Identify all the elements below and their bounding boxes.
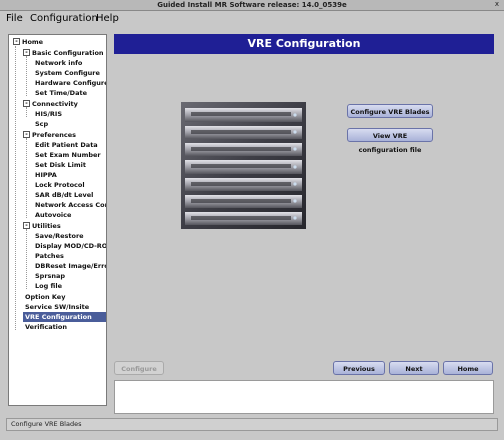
- tree-item-dbreset-image-error[interactable]: DBReset Image/Error DE: [35, 261, 106, 271]
- tree-item-sprsnap[interactable]: Sprsnap: [35, 271, 65, 281]
- tree-item-set-time-date[interactable]: Set Time/Date: [35, 88, 87, 98]
- configure-vre-blades-button[interactable]: Configure VRE Blades: [347, 104, 433, 118]
- rack-blade: [185, 126, 302, 139]
- tree-connector: [15, 46, 16, 330]
- title-bar: Guided Install MR Software release: 14.0…: [0, 0, 504, 11]
- configure-button[interactable]: Configure: [114, 361, 164, 375]
- tree-item-hippa[interactable]: HIPPA: [35, 170, 57, 180]
- collapse-icon[interactable]: -: [23, 222, 30, 229]
- tree-item-his-ris[interactable]: HIS/RIS: [35, 109, 62, 119]
- tree-item-network-access-control[interactable]: Network Access Contro: [35, 200, 106, 210]
- tree-item-save-restore[interactable]: Save/Restore: [35, 231, 84, 241]
- tree-item-sar-db-dt-level[interactable]: SAR dB/dt Level: [35, 190, 93, 200]
- tree-connector: [26, 107, 27, 117]
- tree-item-system-configure[interactable]: System Configure: [35, 68, 100, 78]
- tree-connector: [26, 56, 27, 96]
- collapse-icon[interactable]: -: [23, 100, 30, 107]
- tree-item-set-exam-number[interactable]: Set Exam Number: [35, 150, 101, 160]
- rack-blade: [185, 108, 302, 122]
- tree-item-label: Preferences: [32, 131, 76, 139]
- tree-item-label: Connectivity: [32, 100, 78, 108]
- server-rack-image: [181, 102, 306, 229]
- tree-item-service-sw-insite[interactable]: Service SW/Insite: [25, 302, 89, 312]
- message-panel: [114, 380, 494, 414]
- view-vre-configuration-file-button[interactable]: View VRE configuration file: [347, 128, 433, 154]
- tree-item-autovoice[interactable]: Autovoice: [35, 210, 71, 220]
- tree-item-lock-protocol[interactable]: Lock Protocol: [35, 180, 85, 190]
- menu-bar: File Configuration Help: [0, 11, 504, 27]
- tree-item-edit-patient-data[interactable]: Edit Patient Data: [35, 140, 98, 150]
- menu-file[interactable]: File: [6, 11, 23, 27]
- tree-item-option-key[interactable]: Option Key: [25, 292, 65, 302]
- previous-button[interactable]: Previous: [333, 361, 385, 375]
- main-panel: Configure VRE Blades View VRE configurat…: [114, 57, 494, 352]
- tree-item-label: Basic Configuration: [32, 49, 104, 57]
- tree-item-vre-configuration[interactable]: VRE Configuration: [23, 312, 106, 322]
- window-title: Guided Install MR Software release: 14.0…: [157, 1, 347, 9]
- rack-blade: [185, 160, 302, 174]
- next-button[interactable]: Next: [389, 361, 439, 375]
- collapse-icon[interactable]: -: [13, 38, 20, 45]
- page-title: VRE Configuration: [114, 34, 494, 54]
- tree-connector: [26, 138, 27, 218]
- rack-blade: [185, 212, 302, 225]
- collapse-icon[interactable]: -: [23, 131, 30, 138]
- tree-item-patches[interactable]: Patches: [35, 251, 64, 261]
- collapse-icon[interactable]: -: [23, 49, 30, 56]
- status-bar: Configure VRE Blades: [6, 418, 498, 431]
- tree-item-network-info[interactable]: Network info: [35, 58, 82, 68]
- rack-blade: [185, 195, 302, 208]
- menu-configuration[interactable]: Configuration: [30, 11, 98, 27]
- tree-item-set-disk-limit[interactable]: Set Disk Limit: [35, 160, 86, 170]
- tree-item-log-file[interactable]: Log file: [35, 281, 62, 291]
- tree-item-display-mod-cd-rom[interactable]: Display MOD/CD-ROM: [35, 241, 106, 251]
- tree-item-label: Utilities: [32, 222, 61, 230]
- tree-item-scp[interactable]: Scp: [35, 119, 48, 129]
- tree-item-label: Home: [22, 38, 44, 46]
- home-button[interactable]: Home: [443, 361, 493, 375]
- tree-item-verification[interactable]: Verification: [25, 322, 67, 332]
- rack-blade: [185, 143, 302, 156]
- menu-help[interactable]: Help: [96, 11, 119, 27]
- tree-connector: [26, 229, 27, 289]
- close-icon[interactable]: x: [493, 1, 501, 8]
- rack-blade: [185, 178, 302, 191]
- tree-item-hardware-configure[interactable]: Hardware Configure: [35, 78, 106, 88]
- navigation-tree[interactable]: - Home - Basic Configuration Network inf…: [8, 34, 107, 406]
